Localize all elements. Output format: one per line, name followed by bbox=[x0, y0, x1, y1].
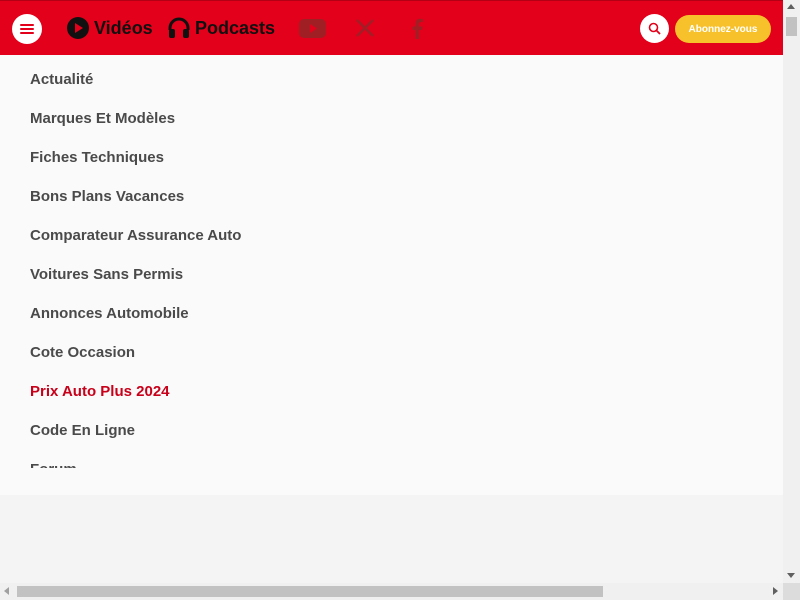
scroll-down-arrow-icon[interactable] bbox=[787, 573, 795, 578]
youtube-icon bbox=[298, 18, 326, 38]
youtube-link[interactable] bbox=[298, 15, 326, 41]
page-viewport: Vidéos Podcasts Abonnez-vous Actualité M… bbox=[0, 0, 783, 583]
x-twitter-icon bbox=[356, 19, 374, 37]
nav-videos-label: Vidéos bbox=[94, 17, 153, 38]
menu-item-annonces-automobile[interactable]: Annonces Automobile bbox=[30, 304, 189, 324]
nav-podcasts-link[interactable]: Podcasts bbox=[168, 14, 275, 42]
scrollbar-corner bbox=[783, 583, 800, 600]
menu-item-forum[interactable]: Forum bbox=[30, 460, 77, 468]
hamburger-menu-icon bbox=[20, 24, 34, 34]
scroll-up-arrow-icon[interactable] bbox=[787, 4, 795, 9]
search-icon bbox=[648, 22, 661, 35]
menu-item-actualite[interactable]: Actualité bbox=[30, 70, 93, 90]
side-menu-panel: Actualité Marques Et Modèles Fiches Tech… bbox=[0, 55, 783, 495]
menu-item-code-en-ligne[interactable]: Code En Ligne bbox=[30, 421, 135, 441]
top-header: Vidéos Podcasts Abonnez-vous bbox=[0, 0, 783, 55]
play-circle-icon bbox=[67, 17, 89, 39]
horizontal-scrollbar[interactable] bbox=[0, 583, 783, 600]
headphones-icon bbox=[168, 17, 190, 38]
scroll-left-arrow-icon[interactable] bbox=[4, 587, 9, 595]
menu-item-bons-plans-vacances[interactable]: Bons Plans Vacances bbox=[30, 187, 184, 207]
menu-button[interactable] bbox=[12, 14, 42, 44]
vertical-scrollbar[interactable] bbox=[783, 0, 800, 583]
search-button[interactable] bbox=[640, 14, 669, 43]
nav-videos-link[interactable]: Vidéos bbox=[67, 14, 153, 42]
x-link[interactable] bbox=[354, 15, 376, 41]
menu-item-prix-auto-plus-2024[interactable]: Prix Auto Plus 2024 bbox=[30, 382, 170, 402]
menu-item-fiches-techniques[interactable]: Fiches Techniques bbox=[30, 148, 164, 168]
facebook-icon bbox=[412, 18, 423, 39]
vertical-scroll-thumb[interactable] bbox=[786, 17, 797, 36]
subscribe-button[interactable]: Abonnez-vous bbox=[675, 15, 771, 43]
menu-list: Actualité Marques Et Modèles Fiches Tech… bbox=[0, 55, 783, 468]
menu-item-cote-occasion[interactable]: Cote Occasion bbox=[30, 343, 135, 363]
scroll-right-arrow-icon[interactable] bbox=[773, 587, 778, 595]
horizontal-scroll-thumb[interactable] bbox=[17, 586, 603, 597]
nav-podcasts-label: Podcasts bbox=[195, 17, 276, 38]
menu-item-comparateur-assurance-auto[interactable]: Comparateur Assurance Auto bbox=[30, 226, 241, 246]
menu-item-voitures-sans-permis[interactable]: Voitures Sans Permis bbox=[30, 265, 183, 285]
facebook-link[interactable] bbox=[408, 15, 426, 41]
menu-item-marques-et-modeles[interactable]: Marques Et Modèles bbox=[30, 109, 175, 129]
